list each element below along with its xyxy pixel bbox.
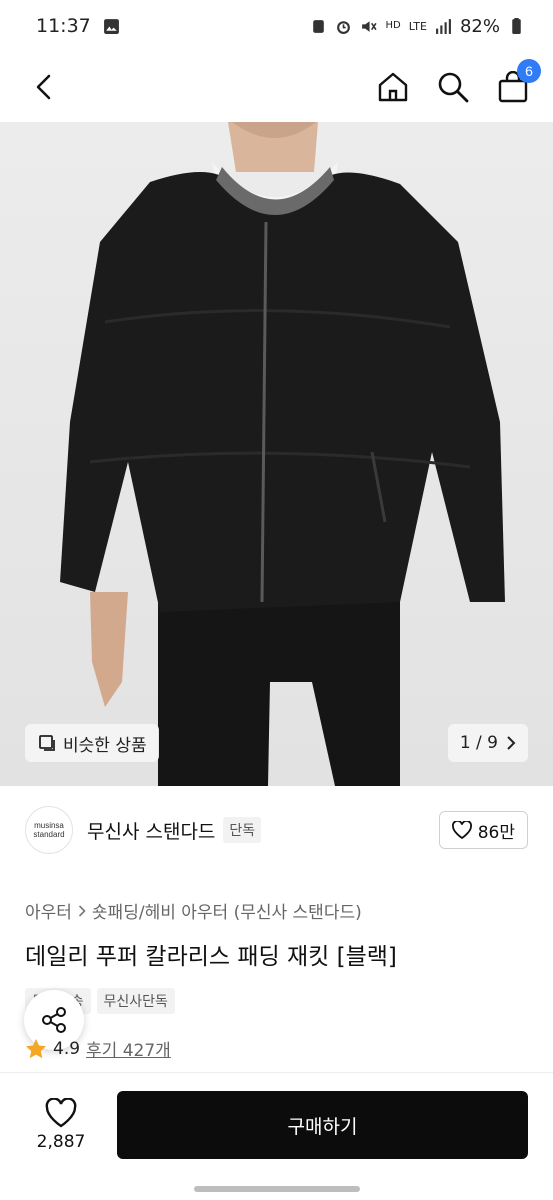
brand-row: musinsa standard 무신사 스탠다드 단독 86만 [0, 800, 553, 860]
page-indicator-text: 1 / 9 [459, 733, 498, 753]
brand-like-button[interactable]: 86만 [438, 811, 528, 849]
image-page-counter[interactable]: 1 / 9 [447, 724, 528, 762]
wishlist-button[interactable]: 2,887 [25, 1098, 97, 1152]
chevron-left-icon [36, 74, 51, 100]
signal-icon [436, 18, 451, 34]
brand-name[interactable]: 무신사 스탠다드 [87, 817, 215, 844]
battery-percent: 82% [459, 15, 500, 37]
tag-exclusive: 무신사단독 [96, 988, 175, 1014]
status-time: 11:37 [36, 15, 91, 37]
product-image-carousel[interactable]: 비슷한 상품 1 / 9 [0, 122, 553, 786]
similar-products-button[interactable]: 비슷한 상품 [25, 724, 159, 762]
rating-score: 4.9 [53, 1038, 81, 1059]
product-title: 데일리 푸퍼 칼라리스 패딩 재킷 [블랙] [25, 944, 397, 970]
similar-products-label: 비슷한 상품 [63, 735, 147, 756]
heart-icon [451, 821, 472, 839]
cart-count-badge: 6 [517, 59, 541, 83]
copy-icon [39, 735, 55, 751]
heart-icon [45, 1098, 77, 1128]
search-button[interactable] [435, 69, 471, 105]
home-indicator[interactable] [194, 1186, 360, 1192]
buy-button[interactable]: 구매하기 [117, 1091, 528, 1159]
search-icon [438, 72, 469, 103]
hd-indicator: HD [385, 20, 401, 31]
breadcrumb-subcategory[interactable]: 숏패딩/헤비 아우터 (무신사 스탠다드) [92, 898, 362, 923]
share-icon [42, 1007, 66, 1033]
back-button[interactable] [26, 69, 62, 105]
notification-icon [313, 19, 325, 33]
brand-exclusive-tag: 단독 [223, 817, 262, 843]
brand-logo[interactable]: musinsa standard [25, 806, 73, 854]
gallery-notification-icon [103, 18, 119, 34]
status-left: 11:37 [36, 15, 120, 37]
cart-button[interactable]: 6 [495, 59, 541, 105]
brand-like-count: 86만 [477, 822, 515, 843]
rating-row: 4.9 후기 427개 [25, 1036, 171, 1061]
breadcrumb-category[interactable]: 아우터 [25, 898, 72, 923]
home-button[interactable] [375, 69, 411, 105]
status-right: HD LTE 82% [310, 16, 525, 37]
brand-logo-line1: musinsa [34, 821, 64, 830]
breadcrumb: 아우터 숏패딩/헤비 아우터 (무신사 스탠다드) [25, 898, 362, 923]
divider [0, 1072, 553, 1073]
bottom-purchase-bar: 2,887 구매하기 [0, 1080, 553, 1170]
mute-icon [362, 20, 378, 32]
brand-logo-line2: standard [33, 830, 65, 839]
review-count-link[interactable]: 후기 427개 [86, 1036, 171, 1061]
product-photo [60, 122, 505, 786]
alarm-icon [337, 20, 351, 34]
header-actions: 6 [375, 59, 541, 105]
wishlist-count: 2,887 [36, 1132, 86, 1152]
top-nav: 6 [0, 52, 553, 122]
battery-icon [512, 17, 521, 34]
chevron-right-icon [78, 904, 86, 917]
star-icon [26, 1038, 46, 1058]
home-icon [378, 72, 408, 102]
lte-indicator: LTE [408, 19, 427, 33]
chevron-right-icon [507, 736, 516, 750]
status-bar: 11:37 HD LTE 82% [0, 0, 553, 52]
